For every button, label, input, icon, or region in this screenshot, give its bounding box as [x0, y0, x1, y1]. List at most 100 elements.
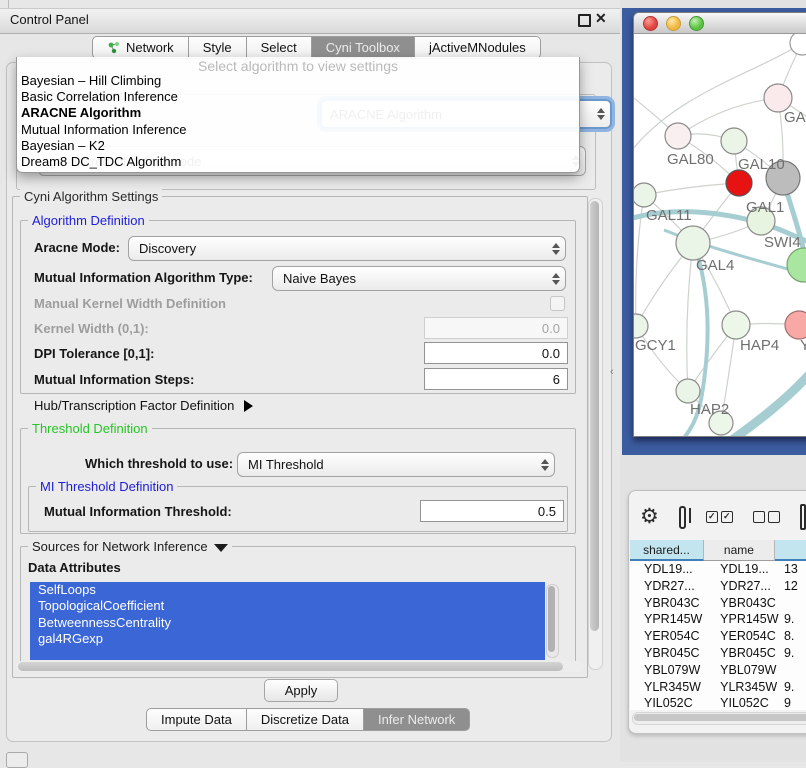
attribute-list-item[interactable]: TopologicalCoefficient [30, 598, 545, 614]
mi-type-combobox[interactable]: Naive Bayes [272, 266, 566, 291]
settings-horizontal-scrollbar[interactable] [16, 661, 584, 672]
table-cell: YPR145W [630, 611, 706, 628]
table-row[interactable]: YLR345WYLR345W9. [630, 679, 806, 696]
network-node[interactable] [722, 311, 750, 339]
network-node[interactable] [785, 311, 806, 339]
table-row[interactable]: YER054CYER054C8. [630, 628, 806, 645]
hub-definition-label: Hub/Transcription Factor Definition [34, 398, 234, 413]
dropdown-item[interactable]: Dream8 DC_TDC Algorithm [17, 154, 579, 170]
node-label: GAL4 [696, 257, 734, 274]
dpi-tolerance-field[interactable]: 0.0 [424, 342, 568, 364]
mi-threshold-field[interactable]: 0.5 [420, 500, 564, 522]
attributes-scrollbar[interactable] [546, 584, 559, 658]
data-attributes-label: Data Attributes [28, 560, 121, 575]
kernel-width-field[interactable]: 0.0 [424, 317, 568, 339]
attribute-list-item[interactable]: gal4RGexp [30, 631, 545, 647]
network-node[interactable] [665, 123, 691, 149]
column-header[interactable] [775, 540, 806, 561]
attribute-list-item[interactable]: SelfLoops [30, 582, 545, 598]
dropdown-item[interactable]: ARACNE Algorithm [17, 105, 579, 121]
manual-kernel-checkbox[interactable] [550, 296, 565, 311]
table-horizontal-scrollbar[interactable] [632, 712, 806, 725]
table-cell: YBR043C [706, 595, 780, 612]
mi-steps-field[interactable]: 6 [424, 368, 568, 390]
which-threshold-combobox[interactable]: MI Threshold [237, 452, 555, 477]
node-label: Y [800, 337, 806, 354]
network-node[interactable] [676, 379, 700, 403]
table-row[interactable]: YBL079WYBL079W [630, 662, 806, 679]
hub-definition-expander[interactable]: Hub/Transcription Factor Definition [34, 398, 253, 413]
table-cell: YER054C [706, 628, 780, 645]
table-cell: YBR043C [630, 595, 706, 612]
table-row[interactable]: YDL19...YDL19...13 [630, 561, 806, 578]
deselect-all-checks-icon[interactable] [753, 511, 780, 523]
dropdown-item[interactable]: Mutual Information Inference [17, 122, 579, 138]
control-panel-tabs: NetworkStyleSelectCyni ToolboxjActiveMNo… [92, 36, 541, 59]
tab-network[interactable]: Network [92, 36, 189, 59]
network-node[interactable] [634, 183, 656, 207]
network-node[interactable] [726, 170, 752, 196]
table-row[interactable]: YBR045CYBR045C9. [630, 645, 806, 662]
minimize-traffic-light-icon[interactable] [666, 16, 681, 31]
mi-type-label: Mutual Information Algorithm Type: [34, 270, 253, 285]
column-header[interactable]: shared... [630, 540, 704, 561]
table-cell: YBL079W [630, 662, 706, 679]
dpi-tolerance-value: 0.0 [542, 346, 560, 361]
control-panel: Control Panel ✕ NetworkStyleSelectCyni T… [0, 0, 620, 762]
network-edge[interactable] [644, 183, 739, 195]
settings-group-title: Cyni Algorithm Settings [20, 189, 162, 204]
table-row[interactable]: YPR145WYPR145W9. [630, 611, 806, 628]
table-row[interactable]: YDR27...YDR27...12 [630, 578, 806, 595]
network-graph[interactable]: GALGAL80GAL10GAL1GAL11SWI4GAL4GCY1HAP4YH… [634, 34, 806, 437]
node-label: HAP2 [690, 401, 729, 418]
tab-cyni-toolbox[interactable]: Cyni Toolbox [312, 36, 415, 59]
network-node[interactable] [676, 226, 710, 260]
table-row[interactable]: YBR043CYBR043C [630, 595, 806, 612]
collapse-arrow-icon [214, 544, 228, 552]
column-header[interactable]: name [704, 540, 775, 561]
new-table-icon[interactable] [800, 504, 806, 530]
dropdown-item[interactable]: Bayesian – K2 [17, 138, 579, 154]
dropdown-item[interactable]: Bayesian – Hill Climbing [17, 73, 579, 89]
mi-threshold-value: 0.5 [538, 504, 556, 519]
mi-threshold-label: Mutual Information Threshold: [44, 504, 232, 519]
panel-divider-handle[interactable]: ‹ [610, 366, 614, 378]
network-node[interactable] [790, 34, 806, 55]
bottom-tab-impute-data[interactable]: Impute Data [146, 708, 247, 731]
tab-jactivemnodules[interactable]: jActiveMNodules [415, 36, 541, 59]
gear-icon[interactable]: ⚙ [640, 507, 659, 527]
columns-icon[interactable] [679, 506, 686, 529]
close-icon[interactable]: ✕ [595, 10, 607, 27]
data-attributes-list[interactable]: SelfLoopsTopologicalCoefficientBetweenne… [30, 582, 545, 660]
apply-button[interactable]: Apply [264, 679, 338, 702]
table-cell: 9 [780, 695, 806, 710]
bottom-tab-infer-network[interactable]: Infer Network [364, 708, 470, 731]
bottom-tabs: Impute DataDiscretize DataInfer Network [146, 708, 470, 731]
tab-select[interactable]: Select [247, 36, 312, 59]
manual-kernel-label: Manual Kernel Width Definition [34, 296, 226, 311]
aracne-mode-label: Aracne Mode: [34, 240, 120, 255]
network-view-window[interactable]: GALGAL80GAL10GAL1GAL11SWI4GAL4GCY1HAP4YH… [633, 12, 806, 437]
float-window-icon[interactable] [578, 14, 591, 27]
table-row[interactable]: YIL052CYIL052C9 [630, 695, 806, 710]
dropdown-item[interactable]: Basic Correlation Inference [17, 89, 579, 105]
aracne-mode-combobox[interactable]: Discovery [128, 236, 566, 261]
dropdown-placeholder: Select algorithm to view settings [17, 57, 579, 73]
node-label: GAL11 [646, 207, 692, 224]
tab-style[interactable]: Style [189, 36, 247, 59]
network-node[interactable] [764, 84, 792, 112]
settings-vertical-scrollbar[interactable] [588, 198, 603, 670]
attribute-list-item[interactable]: BetweennessCentrality [30, 615, 545, 631]
select-all-checks-icon[interactable]: ✓✓ [706, 511, 733, 523]
sources-group-title[interactable]: Sources for Network Inference [28, 539, 232, 554]
algorithm-dropdown-list: Select algorithm to view settings Bayesi… [16, 57, 580, 173]
network-window-titlebar[interactable] [634, 13, 806, 34]
bottom-tab-discretize-data[interactable]: Discretize Data [247, 708, 364, 731]
network-node[interactable] [634, 314, 648, 338]
zoom-traffic-light-icon[interactable] [689, 16, 704, 31]
close-traffic-light-icon[interactable] [643, 16, 658, 31]
network-edge[interactable] [687, 243, 693, 391]
mini-button[interactable] [6, 752, 28, 768]
network-node[interactable] [787, 248, 806, 282]
network-node[interactable] [721, 128, 747, 154]
